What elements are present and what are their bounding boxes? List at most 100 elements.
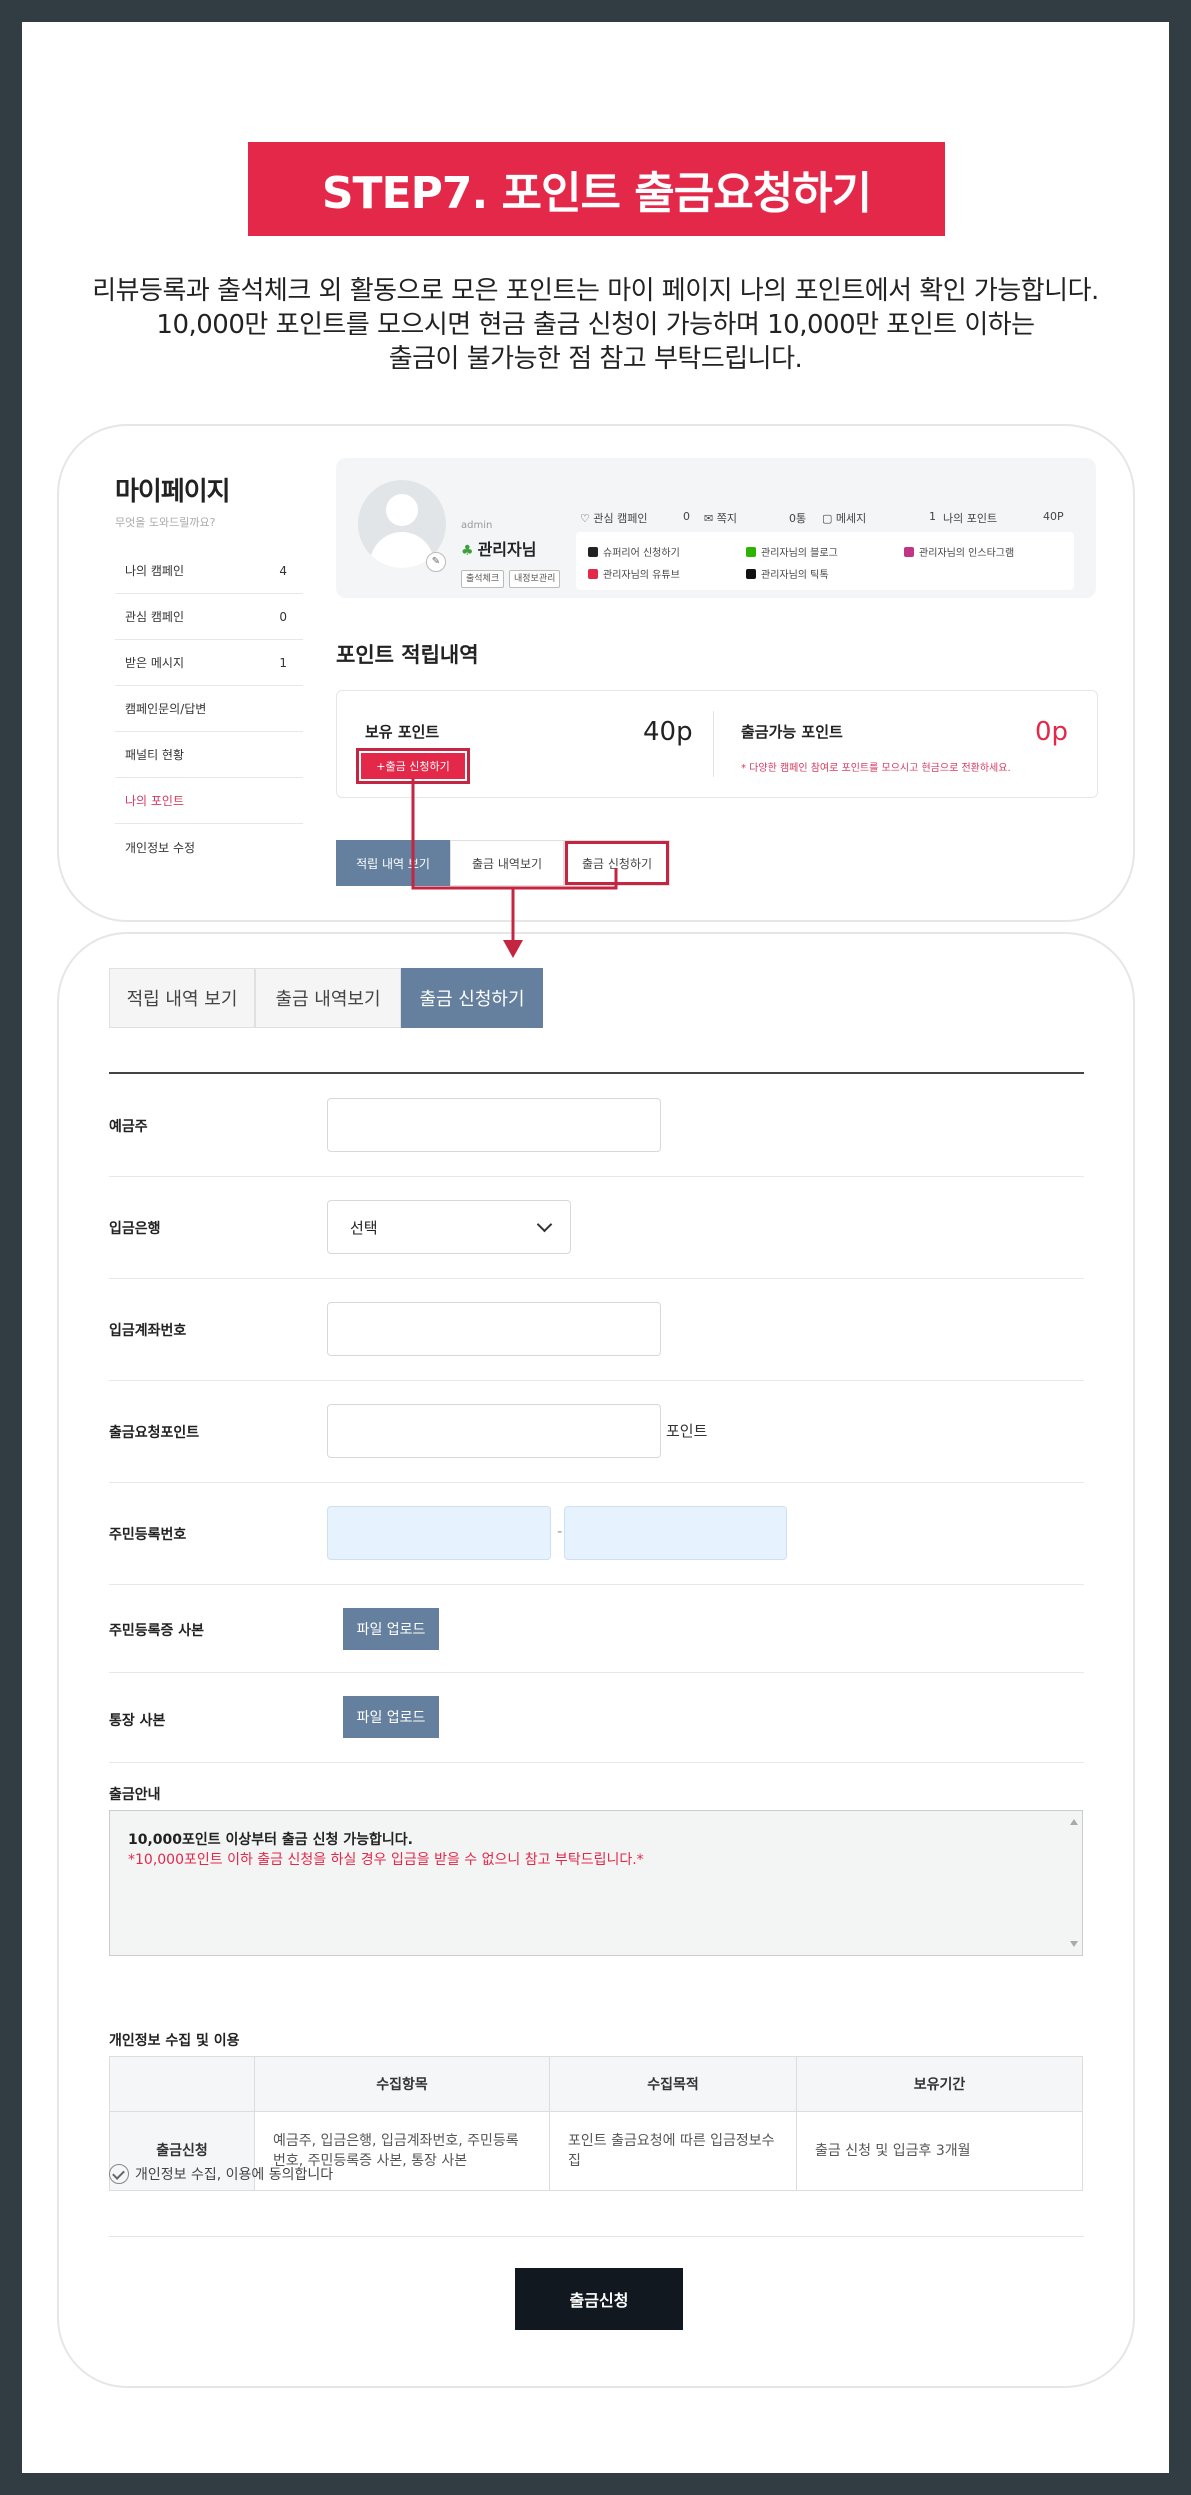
link-label: 관리자님의 틱톡 — [761, 570, 829, 581]
holder-input[interactable] — [327, 1098, 661, 1152]
stat-points[interactable]: 나의 포인트 — [943, 510, 997, 526]
menu-item-penalty[interactable]: 패널티 현황 — [115, 732, 303, 778]
submit-button[interactable]: 출금신청 — [515, 2268, 683, 2330]
bank-select[interactable]: 선택 — [327, 1200, 571, 1254]
link-label: 관리자님의 인스타그램 — [919, 548, 1015, 559]
superior-icon — [588, 546, 598, 557]
divider — [713, 711, 714, 777]
tab-earn-history[interactable]: 적립 내역 보기 — [109, 968, 255, 1028]
link-blog[interactable]: 관리자님의 블로그 — [746, 544, 838, 559]
tab-withdraw-request[interactable]: 출금 신청하기 — [564, 840, 670, 886]
scroll-up-icon[interactable] — [1070, 1819, 1078, 1825]
menu-item-messages[interactable]: 받은 메시지 1 — [115, 640, 303, 686]
table-cell: 출금 신청 및 입금후 3개월 — [796, 2111, 1083, 2191]
holder-label: 예금주 — [109, 1119, 148, 1135]
page: STEP7. 포인트 출금요청하기 리뷰등록과 출석체크 외 활동으로 모은 포… — [22, 22, 1169, 2473]
points-input[interactable] — [327, 1404, 661, 1458]
privacy-title: 개인정보 수집 및 이용 — [109, 2033, 240, 2049]
stat-note[interactable]: ✉ 쪽지 — [704, 510, 737, 526]
menu-item-my-points[interactable]: 나의 포인트 — [115, 778, 303, 824]
my-info-badge[interactable]: 내정보관리 — [509, 570, 561, 588]
profile-role: admin — [461, 520, 493, 531]
avatar-body — [370, 532, 434, 568]
points-label: 출금요청포인트 — [109, 1425, 200, 1441]
intro-line: 리뷰등록과 출석체크 외 활동으로 모은 포인트는 마이 페이지 나의 포인트에… — [92, 276, 1099, 306]
chevron-down-icon — [536, 1216, 553, 1233]
rrn-back-input[interactable] — [564, 1506, 787, 1560]
leaf-icon: ♣ — [461, 543, 474, 559]
tab-withdraw-history[interactable]: 출금 내역보기 — [255, 968, 401, 1028]
menu-count: 4 — [279, 563, 287, 578]
scroll-down-icon[interactable] — [1070, 1941, 1078, 1947]
available-points-note: * 다양한 캠페인 참여로 포인트를 모으시고 현금으로 전환하세요. — [741, 763, 1011, 774]
notice-title: 출금안내 — [109, 1787, 161, 1803]
submit-divider — [109, 2236, 1084, 2237]
note-icon: ✉ — [704, 512, 714, 525]
link-youtube[interactable]: 관리자님의 유튜브 — [588, 566, 680, 581]
stat-fav[interactable]: ♡ 관심 캠페인 — [580, 510, 647, 526]
row-points: 출금요청포인트 포인트 — [109, 1380, 1084, 1483]
table-header: 수집목적 — [549, 2056, 797, 2112]
pencil-icon[interactable]: ✎ — [426, 552, 446, 572]
mypage-menu: 나의 캠페인 4 관심 캠페인 0 받은 메시지 1 캠페인문의/답변 패널티 현황 … — [115, 548, 303, 870]
account-input[interactable] — [327, 1302, 661, 1356]
points-unit: 포인트 — [666, 1422, 708, 1440]
attendance-badge[interactable]: 출석체크 — [461, 570, 505, 588]
stat-label: 쪽지 — [716, 512, 737, 525]
notice-line-2: *10,000포인트 이하 출금 신청을 하실 경우 입금을 받을 수 없으니 … — [128, 1852, 644, 1868]
notice-scrollbar[interactable] — [1066, 1811, 1082, 1955]
mypage-subtitle: 무엇을 도와드릴까요? — [115, 516, 216, 529]
privacy-agree[interactable]: 개인정보 수집, 이용에 동의합니다 — [109, 2164, 333, 2184]
points-tabs: 적립 내역 보기 출금 내역보기 출금 신청하기 — [336, 840, 670, 886]
available-points-label: 출금가능 포인트 — [741, 723, 843, 741]
menu-item-edit-info[interactable]: 개인정보 수정 — [115, 824, 303, 870]
row-rrn-copy: 주민등록증 사본 파일 업로드 — [109, 1584, 1084, 1673]
rrn-label: 주민등록번호 — [109, 1527, 187, 1543]
tab-withdraw-request[interactable]: 출금 신청하기 — [401, 968, 543, 1028]
bankbook-label: 통장 사본 — [109, 1713, 166, 1729]
stat-fav-value: 0 — [683, 510, 690, 523]
check-circle-icon[interactable] — [109, 2164, 129, 2184]
menu-label: 패널티 현황 — [125, 748, 185, 762]
mypage-title: 마이페이지 — [115, 477, 231, 507]
avatar-head — [386, 494, 418, 526]
rrn-copy-upload-button[interactable]: 파일 업로드 — [343, 1608, 439, 1650]
link-superior[interactable]: 슈퍼리어 신청하기 — [588, 544, 680, 559]
channel-links: 슈퍼리어 신청하기 관리자님의 블로그 관리자님의 인스타그램 관리자님의 유튜… — [576, 532, 1074, 590]
form-tabs: 적립 내역 보기 출금 내역보기 출금 신청하기 — [109, 968, 543, 1028]
bankbook-upload-button[interactable]: 파일 업로드 — [343, 1696, 439, 1738]
link-label: 관리자님의 블로그 — [761, 548, 838, 559]
rrn-separator: - — [557, 1522, 563, 1540]
row-bank: 입금은행 선택 — [109, 1176, 1084, 1279]
row-holder: 예금주 — [109, 1074, 1084, 1177]
mypage-card: 마이페이지 무엇을 도와드릴까요? 나의 캠페인 4 관심 캠페인 0 받은 메시지… — [57, 424, 1135, 922]
link-instagram[interactable]: 관리자님의 인스타그램 — [904, 544, 1014, 559]
bank-label: 입금은행 — [109, 1221, 161, 1237]
link-tiktok[interactable]: 관리자님의 틱톡 — [746, 566, 829, 581]
notice-textarea[interactable]: 10,000포인트 이상부터 출금 신청 가능합니다. *10,000포인트 이… — [109, 1810, 1083, 1956]
row-account: 입금계좌번호 — [109, 1278, 1084, 1381]
available-points-value: 0p — [1035, 717, 1069, 747]
menu-count: 0 — [279, 609, 287, 624]
points-history-title: 포인트 적립내역 — [336, 643, 479, 667]
table-header — [109, 2056, 255, 2112]
stat-note-value: 0통 — [789, 512, 807, 525]
menu-count: 1 — [279, 655, 287, 670]
menu-item-fav-campaign[interactable]: 관심 캠페인 0 — [115, 594, 303, 640]
blog-icon — [746, 546, 756, 557]
account-label: 입금계좌번호 — [109, 1323, 187, 1339]
profile-name: ♣ 관리자님 — [461, 536, 536, 560]
table-cell: 포인트 출금요청에 따른 입금정보수집 — [549, 2111, 797, 2191]
instagram-icon — [904, 546, 914, 557]
stat-points-value: 40P — [1043, 510, 1064, 523]
withdraw-request-button[interactable]: +출금 신청하기 — [356, 748, 470, 784]
link-label: 슈퍼리어 신청하기 — [603, 548, 680, 559]
tab-earn-history[interactable]: 적립 내역 보기 — [336, 840, 450, 886]
tiktok-icon — [746, 568, 756, 579]
row-bankbook: 통장 사본 파일 업로드 — [109, 1672, 1084, 1763]
menu-item-inquiry[interactable]: 캠페인문의/답변 — [115, 686, 303, 732]
rrn-front-input[interactable] — [327, 1506, 551, 1560]
stat-message[interactable]: ▢ 메세지 — [822, 510, 866, 526]
tab-withdraw-history[interactable]: 출금 내역보기 — [450, 840, 564, 886]
menu-item-my-campaign[interactable]: 나의 캠페인 4 — [115, 548, 303, 594]
